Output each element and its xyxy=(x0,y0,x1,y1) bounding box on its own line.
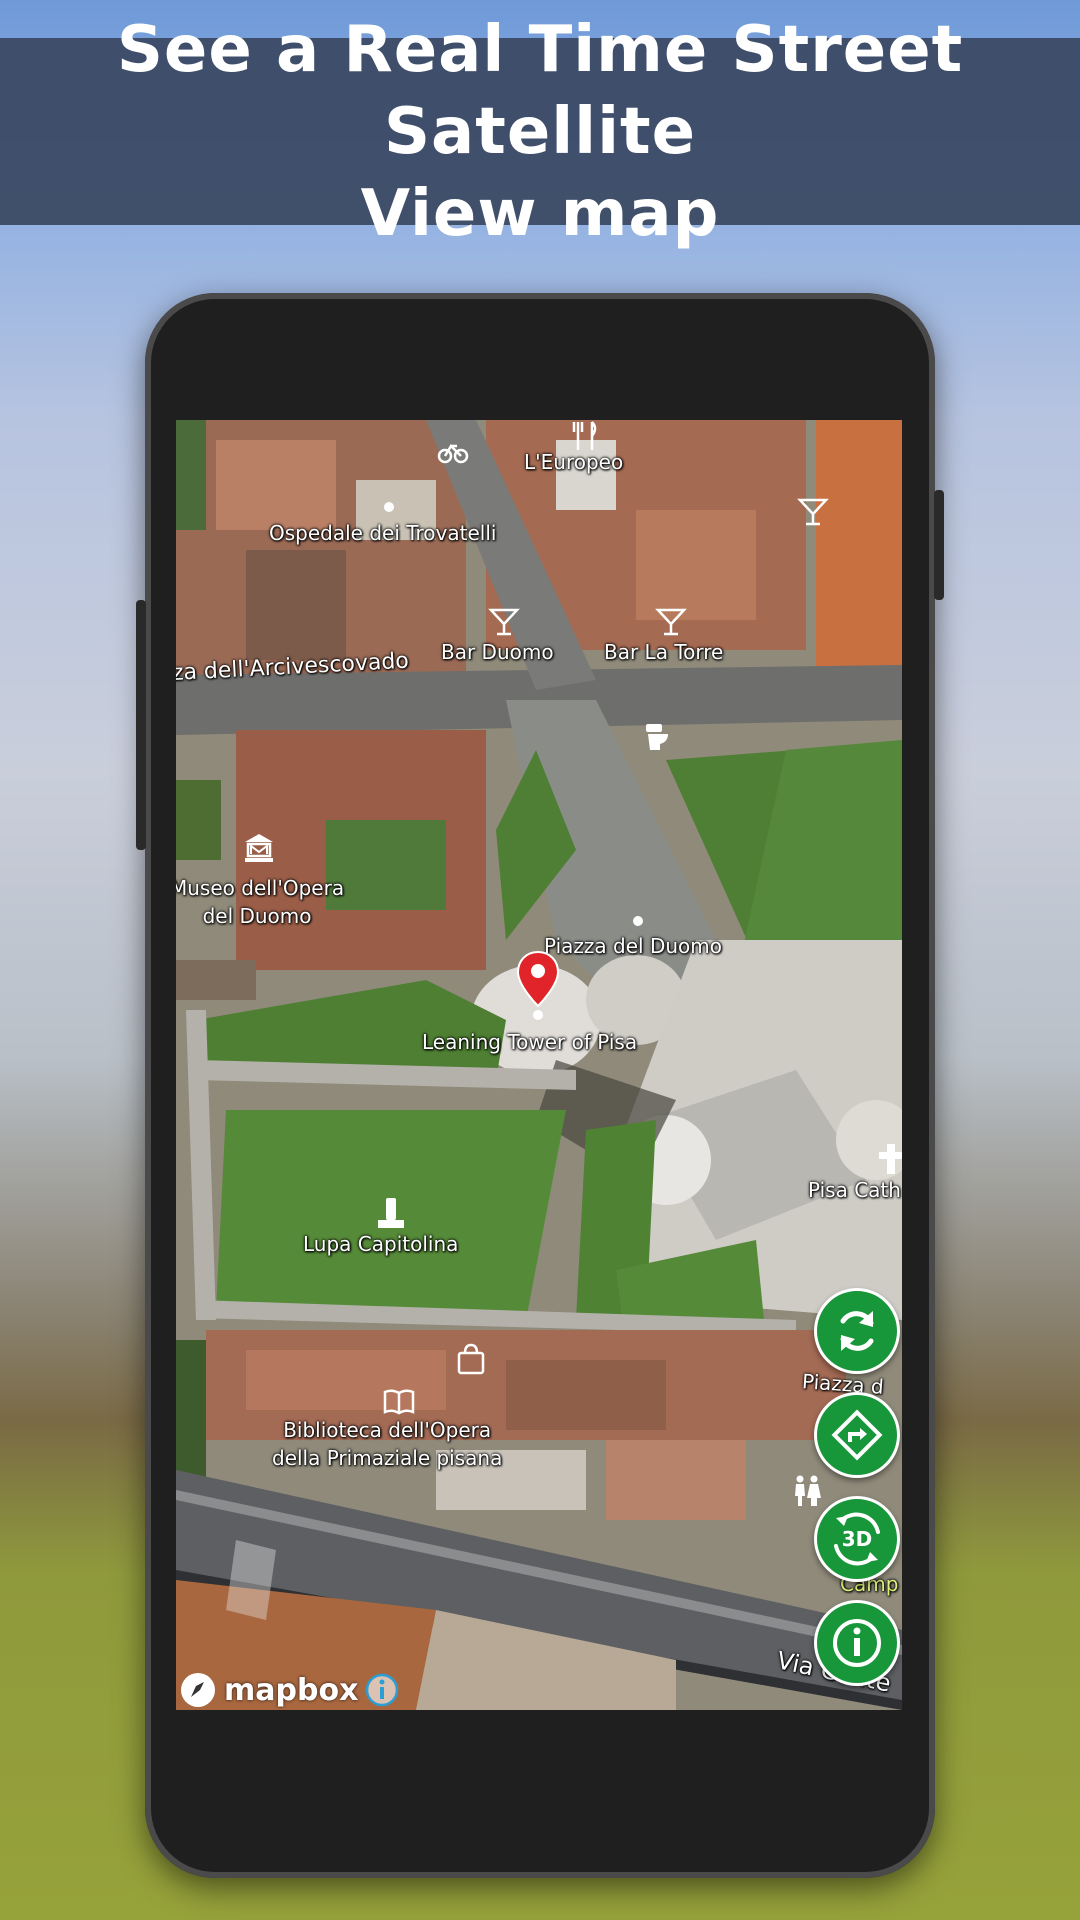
point-dot-icon xyxy=(533,1010,543,1020)
attribution-info-icon[interactable] xyxy=(364,1672,400,1708)
poi-label-ospedale[interactable]: Ospedale dei Trovatelli xyxy=(269,519,496,547)
map-screen[interactable]: L'Europeo Ospedale dei Trovatelli Bar Du… xyxy=(176,420,902,1710)
phone-side-button-right xyxy=(934,490,944,600)
mapbox-attribution[interactable]: mapbox xyxy=(178,1670,400,1710)
location-pin-icon[interactable] xyxy=(516,950,560,1012)
museum-icon xyxy=(245,834,273,862)
refresh-button[interactable] xyxy=(814,1288,900,1374)
mapbox-wordmark: mapbox xyxy=(224,1672,359,1708)
poi-label-bar-duomo[interactable]: Bar Duomo xyxy=(441,638,554,666)
poi-label-pisa-cathedral[interactable]: Pisa Cath xyxy=(808,1176,901,1204)
directions-button[interactable] xyxy=(814,1392,900,1478)
refresh-icon xyxy=(840,1311,874,1351)
banner-title: See a Real Time Street Satellite View ma… xyxy=(116,12,964,251)
promo-banner: See a Real Time Street Satellite View ma… xyxy=(0,13,1080,251)
poi-label-biblioteca[interactable]: Biblioteca dell'Opera della Primaziale p… xyxy=(272,1416,502,1472)
monument-icon xyxy=(378,1198,404,1228)
bar-icon xyxy=(655,608,687,636)
info-icon xyxy=(833,1619,881,1667)
restroom-icon xyxy=(795,1475,821,1506)
shopping-bag-icon xyxy=(457,1343,485,1375)
bar-icon xyxy=(797,498,829,526)
point-dot-icon xyxy=(633,916,643,926)
bar-icon xyxy=(488,608,520,636)
directions-icon xyxy=(831,1409,883,1461)
info-button[interactable] xyxy=(814,1600,900,1686)
restaurant-icon xyxy=(572,421,597,450)
view-3d-label: 3D xyxy=(842,1527,873,1551)
satellite-map[interactable] xyxy=(176,420,902,1710)
toilet-icon xyxy=(646,724,668,750)
poi-label-leaning-tower[interactable]: Leaning Tower of Pisa xyxy=(422,1028,637,1056)
library-icon xyxy=(383,1389,415,1415)
poi-label-piazza-duomo[interactable]: Piazza del Duomo xyxy=(544,932,722,960)
rotate-3d-icon: 3D xyxy=(834,1512,880,1566)
church-icon xyxy=(879,1144,902,1174)
view-3d-button[interactable]: 3D xyxy=(814,1496,900,1582)
poi-label-bar-la-torre[interactable]: Bar La Torre xyxy=(604,638,723,666)
poi-label-museo[interactable]: Museo dell'Opera del Duomo xyxy=(176,874,344,930)
mapbox-logo-icon xyxy=(181,1673,215,1707)
phone-side-button-left xyxy=(136,600,146,850)
point-dot-icon xyxy=(384,502,394,512)
poi-label-lupa-capitolina[interactable]: Lupa Capitolina xyxy=(303,1230,458,1258)
bicycle-icon xyxy=(437,443,469,464)
